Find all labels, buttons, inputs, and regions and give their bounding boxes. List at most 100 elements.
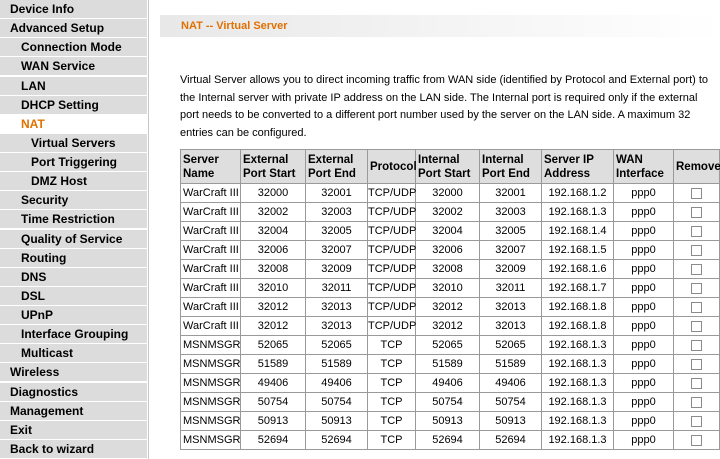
sidebar-item-lan[interactable]: LAN xyxy=(0,76,147,95)
cell-external-port-end: 52065 xyxy=(305,335,368,355)
cell-server-ip-address: 192.168.1.7 xyxy=(541,278,614,298)
cell-server-ip-address: 192.168.1.4 xyxy=(541,221,614,241)
sidebar-item-dmz-host[interactable]: DMZ Host xyxy=(0,172,147,191)
remove-checkbox[interactable] xyxy=(691,358,702,370)
cell-internal-port-end: 51589 xyxy=(479,354,542,374)
sidebar-item-back-to-wizard[interactable]: Back to wizard xyxy=(0,439,147,458)
table-row: WarCraft III 32012 32013 TCP/UDP 32012 32013 1… xyxy=(180,297,720,317)
sidebar-item-exit[interactable]: Exit xyxy=(0,420,147,439)
cell-internal-port-start: 32002 xyxy=(415,202,480,222)
sidebar-item-device-info[interactable]: Device Info xyxy=(0,0,147,18)
remove-checkbox[interactable] xyxy=(691,377,702,389)
remove-checkbox[interactable] xyxy=(691,434,702,446)
remove-checkbox[interactable] xyxy=(691,244,702,256)
cell-wan-interface: ppp0 xyxy=(613,354,674,374)
sidebar-item-management[interactable]: Management xyxy=(0,401,147,420)
cell-server-ip-address: 192.168.1.6 xyxy=(541,259,614,279)
cell-server-name: MSNMSGR xyxy=(180,354,241,374)
cell-external-port-start: 32012 xyxy=(240,297,306,317)
cell-server-name: WarCraft III xyxy=(180,240,241,260)
remove-checkbox[interactable] xyxy=(691,282,702,294)
cell-server-name: MSNMSGR xyxy=(180,335,241,355)
cell-internal-port-end: 32011 xyxy=(479,278,542,298)
cell-internal-port-start: 32012 xyxy=(415,316,480,336)
cell-wan-interface: ppp0 xyxy=(613,335,674,355)
sidebar-item-wan-service[interactable]: WAN Service xyxy=(0,57,147,76)
sidebar-item-upnp[interactable]: UPnP xyxy=(0,306,147,324)
cell-wan-interface: ppp0 xyxy=(613,316,674,336)
cell-remove xyxy=(673,240,720,260)
column-header-protocol: Protocol xyxy=(367,149,417,184)
cell-server-ip-address: 192.168.1.3 xyxy=(541,202,614,222)
sidebar-item-nat[interactable]: NAT xyxy=(0,114,147,133)
table-row: WarCraft III 32012 32013 TCP/UDP 32012 32013 1… xyxy=(180,316,720,336)
cell-remove xyxy=(673,392,720,412)
remove-checkbox[interactable] xyxy=(691,225,702,237)
column-header-internal-port-end: Internal Port End xyxy=(479,149,542,184)
cell-remove xyxy=(673,411,720,431)
cell-external-port-end: 32013 xyxy=(305,316,368,336)
cell-protocol: TCP/UDP xyxy=(367,297,416,317)
cell-server-ip-address: 192.168.1.3 xyxy=(541,430,614,450)
cell-internal-port-start: 32004 xyxy=(415,221,480,241)
sidebar-item-quality-of-service[interactable]: Quality of Service xyxy=(0,229,147,248)
cell-server-ip-address: 192.168.1.5 xyxy=(541,240,614,260)
remove-checkbox[interactable] xyxy=(691,415,702,427)
table-row: WarCraft III 32000 32001 TCP/UDP 32000 32001 1… xyxy=(180,183,720,203)
cell-internal-port-end: 49406 xyxy=(479,373,542,393)
cell-internal-port-start: 32000 xyxy=(415,183,480,203)
sidebar-item-dhcp-setting[interactable]: DHCP Setting xyxy=(0,95,147,114)
cell-external-port-end: 32011 xyxy=(305,278,368,298)
table-row: WarCraft III 32002 32003 TCP/UDP 32002 32003 1… xyxy=(180,202,720,222)
cell-remove xyxy=(673,297,720,317)
sidebar-item-time-restriction[interactable]: Time Restriction xyxy=(0,210,147,229)
cell-protocol: TCP/UDP xyxy=(367,316,416,336)
cell-protocol: TCP/UDP xyxy=(367,221,416,241)
cell-external-port-end: 50913 xyxy=(305,411,368,431)
cell-server-name: WarCraft III xyxy=(180,259,241,279)
cell-server-name: MSNMSGR xyxy=(180,411,241,431)
cell-external-port-end: 32009 xyxy=(305,259,368,279)
cell-external-port-start: 32004 xyxy=(240,221,306,241)
cell-server-ip-address: 192.168.1.3 xyxy=(541,373,614,393)
remove-checkbox[interactable] xyxy=(691,263,702,275)
sidebar-item-port-triggering[interactable]: Port Triggering xyxy=(0,153,147,171)
cell-external-port-start: 32006 xyxy=(240,240,306,260)
cell-external-port-start: 52065 xyxy=(240,335,306,355)
sidebar-item-virtual-servers[interactable]: Virtual Servers xyxy=(0,133,147,152)
sidebar-item-connection-mode[interactable]: Connection Mode xyxy=(0,38,147,57)
cell-protocol: TCP xyxy=(367,354,416,374)
sidebar-item-multicast[interactable]: Multicast xyxy=(0,344,147,363)
sidebar-item-dns[interactable]: DNS xyxy=(0,267,147,286)
remove-checkbox[interactable] xyxy=(691,206,702,218)
cell-server-name: WarCraft III xyxy=(180,221,241,241)
remove-checkbox[interactable] xyxy=(691,320,702,332)
table-row: MSNMSGR 49406 49406 TCP 49406 49406 192.168.1.… xyxy=(180,373,720,393)
remove-checkbox[interactable] xyxy=(691,301,702,313)
table-row: WarCraft III 32008 32009 TCP/UDP 32008 32009 1… xyxy=(180,259,720,279)
cell-external-port-start: 50754 xyxy=(240,392,306,412)
sidebar-item-diagnostics[interactable]: Diagnostics xyxy=(0,382,147,401)
cell-external-port-end: 50754 xyxy=(305,392,368,412)
cell-internal-port-end: 52694 xyxy=(479,430,542,450)
cell-remove xyxy=(673,202,720,222)
remove-checkbox[interactable] xyxy=(691,339,702,351)
cell-internal-port-end: 32013 xyxy=(479,316,542,336)
cell-external-port-start: 49406 xyxy=(240,373,306,393)
cell-server-ip-address: 192.168.1.8 xyxy=(541,316,614,336)
cell-server-name: MSNMSGR xyxy=(180,392,241,412)
cell-remove xyxy=(673,335,720,355)
sidebar-item-interface-grouping[interactable]: Interface Grouping xyxy=(0,325,147,344)
sidebar-item-security[interactable]: Security xyxy=(0,191,147,210)
cell-internal-port-end: 52065 xyxy=(479,335,542,355)
cell-protocol: TCP/UDP xyxy=(367,183,416,203)
sidebar-item-dsl[interactable]: DSL xyxy=(0,286,147,305)
remove-checkbox[interactable] xyxy=(691,187,702,199)
remove-checkbox[interactable] xyxy=(691,396,702,408)
sidebar-item-advanced-setup[interactable]: Advanced Setup xyxy=(0,19,147,38)
column-header-server-name: Server Name xyxy=(180,149,241,184)
cell-protocol: TCP/UDP xyxy=(367,202,416,222)
cell-internal-port-end: 32013 xyxy=(479,297,542,317)
sidebar-item-wireless[interactable]: Wireless xyxy=(0,363,147,382)
sidebar-item-routing[interactable]: Routing xyxy=(0,248,147,267)
